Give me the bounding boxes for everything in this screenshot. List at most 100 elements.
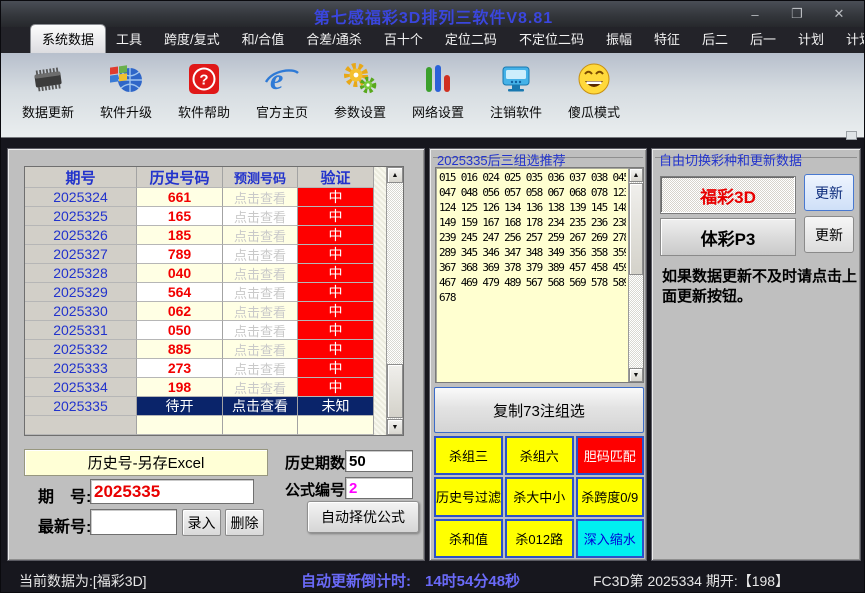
numbers-scrollbar[interactable]: ▲ ▼ xyxy=(628,168,643,382)
filter-button-杀012路[interactable]: 杀012路 xyxy=(505,518,574,558)
cell-predict[interactable]: 点击查看 xyxy=(223,264,298,283)
scroll-down-icon[interactable]: ▼ xyxy=(387,419,403,435)
filter-button-杀跨度0/9[interactable]: 杀跨度0/9 xyxy=(575,477,644,517)
cell-history: 273 xyxy=(137,359,223,378)
cell-predict[interactable]: 点击查看 xyxy=(223,378,298,397)
cell-history: 198 xyxy=(137,378,223,397)
restore-button[interactable]: ❐ xyxy=(776,6,818,22)
minimize-button[interactable]: – xyxy=(734,7,776,22)
formula-no-input[interactable] xyxy=(345,477,413,499)
table-row[interactable]: 2025332 885 点击查看中 xyxy=(25,340,403,359)
cell-predict[interactable]: 点击查看 xyxy=(223,226,298,245)
numbers-scrollbar-thumb[interactable] xyxy=(629,183,643,275)
table-scrollbar[interactable]: ▲ ▼ xyxy=(386,167,403,435)
cell-predict[interactable]: 点击查看 xyxy=(223,283,298,302)
lottery-switch-panel: 自由切换彩种和更新数据 福彩3D 更新 体彩P3 更新 如果数据更新不及时请点击上面更… xyxy=(651,148,861,561)
filter-button-杀组六[interactable]: 杀组六 xyxy=(505,436,574,476)
toolbar-item-网络设置[interactable]: 网络设置 xyxy=(399,53,477,121)
cell-predict[interactable]: 点击查看 xyxy=(223,397,298,416)
cell-predict[interactable]: 点击查看 xyxy=(223,207,298,226)
table-row[interactable]: 2025335 待开 点击查看 未知 xyxy=(25,397,403,416)
cell-predict[interactable]: 点击查看 xyxy=(223,188,298,207)
tab-定位二码[interactable]: 定位二码 xyxy=(434,25,508,53)
tab-不定位二码[interactable]: 不定位二码 xyxy=(508,25,595,53)
auto-formula-button[interactable]: 自动择优公式 xyxy=(307,501,419,533)
toolbar-item-label: 注销软件 xyxy=(489,105,542,120)
cell-period: 2025334 xyxy=(25,378,137,397)
latest-number-input[interactable] xyxy=(90,509,177,535)
table-row[interactable]: 2025328 040 点击查看中 xyxy=(25,264,403,283)
save-excel-button[interactable]: 历史号-另存Excel xyxy=(24,449,268,476)
filter-button-深入缩水[interactable]: 深入缩水 xyxy=(575,518,644,558)
scroll-down-icon[interactable]: ▼ xyxy=(629,368,643,382)
scroll-up-icon[interactable]: ▲ xyxy=(629,168,643,182)
filter-button-杀大中小[interactable]: 杀大中小 xyxy=(505,477,574,517)
cell-predict[interactable]: 点击查看 xyxy=(223,245,298,264)
scroll-up-icon[interactable]: ▲ xyxy=(387,167,403,183)
toolbar-item-参数设置[interactable]: 参数设置 xyxy=(321,53,399,121)
tab-后一[interactable]: 后一 xyxy=(739,25,787,53)
table-row[interactable]: 2025326 185 点击查看中 xyxy=(25,226,403,245)
table-row[interactable]: 2025333 273 点击查看中 xyxy=(25,359,403,378)
app-window: 第七感福彩3D排列三软件V8.81 – ❐ ✕ 系统数据 工具 跨度/复式 和/合值合… xyxy=(0,0,865,593)
tab-和/合值[interactable]: 和/合值 xyxy=(231,25,296,53)
tab-特征[interactable]: 特征 xyxy=(643,25,691,53)
toolbar-grip[interactable] xyxy=(846,131,857,140)
enter-button[interactable]: 录入 xyxy=(182,509,221,536)
cell-predict[interactable]: 点击查看 xyxy=(223,302,298,321)
table-empty-row[interactable] xyxy=(25,416,403,435)
cell-predict[interactable]: 点击查看 xyxy=(223,321,298,340)
history-count-input[interactable] xyxy=(345,450,413,472)
lottery-button-体彩P3[interactable]: 体彩P3 xyxy=(660,218,796,256)
tab-工具[interactable]: 工具 xyxy=(105,25,153,53)
filter-button-胆码匹配[interactable]: 胆码匹配 xyxy=(575,436,644,476)
tab-百十个[interactable]: 百十个 xyxy=(373,25,434,53)
toolbar-item-软件帮助[interactable]: ? 软件帮助 xyxy=(165,53,243,121)
toolbar-item-数据更新[interactable]: 数据更新 xyxy=(9,53,87,121)
numbers-line: 467 469 479 489 567 568 569 578 589 xyxy=(439,276,626,289)
table-row[interactable]: 2025331 050 点击查看中 xyxy=(25,321,403,340)
tab-计划2[interactable]: 计划2 xyxy=(835,25,864,53)
toolbar-item-label: 网络设置 xyxy=(411,105,464,120)
filter-button-杀组三[interactable]: 杀组三 xyxy=(434,436,504,476)
cell-verify: 中 xyxy=(298,188,374,207)
toolbar-item-注销软件[interactable]: 注销软件 xyxy=(477,53,555,121)
tab-振幅[interactable]: 振幅 xyxy=(595,25,643,53)
recommend-numbers-box[interactable]: 015 016 024 025 035 036 037 038 045 047 0… xyxy=(435,167,644,383)
table-scrollbar-thumb[interactable] xyxy=(387,364,403,418)
svg-text:e: e xyxy=(270,63,283,96)
toolbar-item-官方主页[interactable]: e 官方主页 xyxy=(243,53,321,121)
chip-icon xyxy=(28,59,68,99)
filter-button-历史号过滤[interactable]: 历史号过滤 xyxy=(434,477,504,517)
filter-button-杀和值[interactable]: 杀和值 xyxy=(434,518,504,558)
tab-计划[interactable]: 计划 xyxy=(787,25,835,53)
table-row[interactable]: 2025325 165 点击查看中 xyxy=(25,207,403,226)
toolbar-item-软件升级[interactable]: 软件升级 xyxy=(87,53,165,121)
table-row[interactable]: 2025329 564 点击查看中 xyxy=(25,283,403,302)
delete-button[interactable]: 删除 xyxy=(225,509,264,536)
tab-跨度/复式[interactable]: 跨度/复式 xyxy=(153,25,231,53)
lottery-button-福彩3D[interactable]: 福彩3D xyxy=(660,176,796,214)
column-header-期号: 期号 xyxy=(25,167,137,188)
cell-predict[interactable] xyxy=(223,416,298,435)
cell-predict[interactable]: 点击查看 xyxy=(223,359,298,378)
close-button[interactable]: ✕ xyxy=(818,6,860,22)
cell-predict[interactable]: 点击查看 xyxy=(223,340,298,359)
cell-period xyxy=(25,416,137,435)
period-input[interactable] xyxy=(90,479,254,504)
tab-系统数据[interactable]: 系统数据 xyxy=(31,25,106,53)
cell-verify: 中 xyxy=(298,340,374,359)
toolbar-item-傻瓜模式[interactable]: 傻瓜模式 xyxy=(555,53,633,121)
table-row[interactable]: 2025327 789 点击查看中 xyxy=(25,245,403,264)
copy-groups-button[interactable]: 复制73注组选 xyxy=(434,387,644,433)
table-row[interactable]: 2025334 198 点击查看中 xyxy=(25,378,403,397)
update-button-体彩P3[interactable]: 更新 xyxy=(804,216,854,253)
table-row[interactable]: 2025330 062 点击查看中 xyxy=(25,302,403,321)
update-button-福彩3D[interactable]: 更新 xyxy=(804,174,854,211)
cell-period: 2025332 xyxy=(25,340,137,359)
tab-合差/通杀[interactable]: 合差/通杀 xyxy=(295,25,373,53)
tab-后二[interactable]: 后二 xyxy=(691,25,739,53)
current-data-status: 当前数据为:[福彩3D] xyxy=(19,573,147,589)
table-row[interactable]: 2025324 661 点击查看中 xyxy=(25,188,403,207)
cell-period: 2025326 xyxy=(25,226,137,245)
